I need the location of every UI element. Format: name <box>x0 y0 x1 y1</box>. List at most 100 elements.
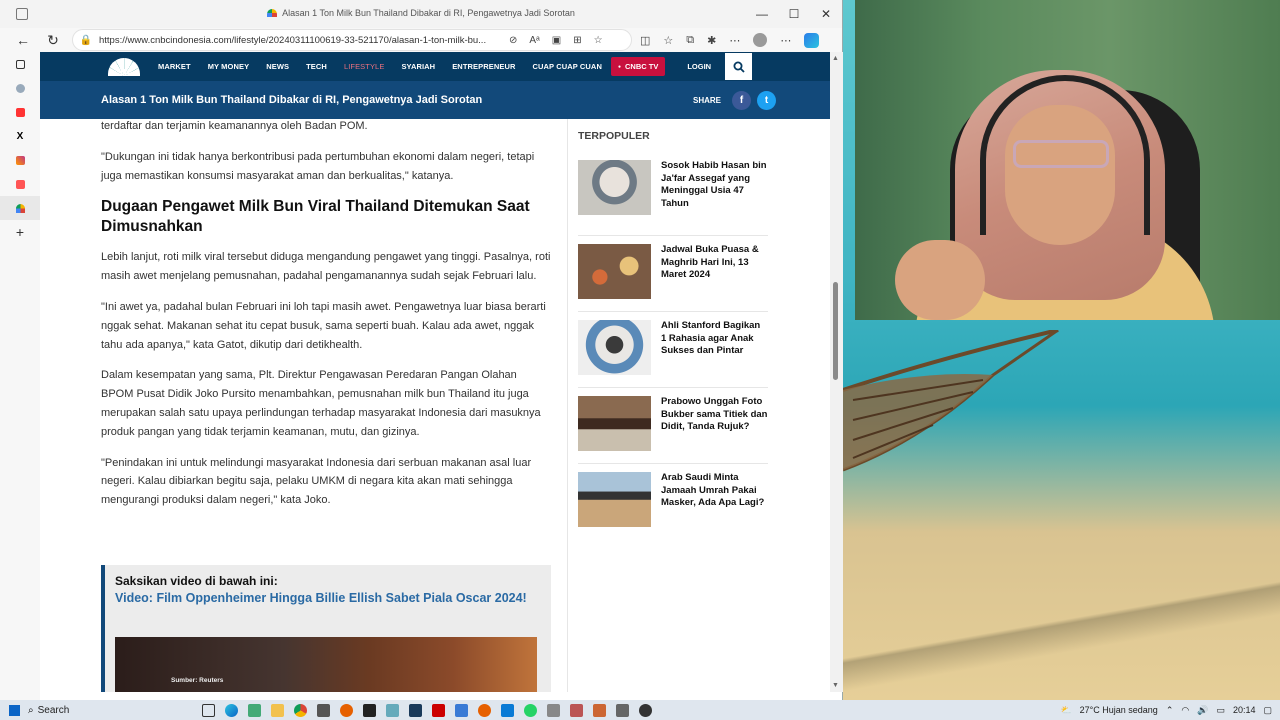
twitter-share-icon[interactable]: t <box>757 90 776 110</box>
trending-title[interactable]: Prabowo Unggah Foto Bukber sama Titiek d… <box>661 396 768 463</box>
lock-icon[interactable]: 🔒 <box>73 35 99 46</box>
sidebar-youtube-icon[interactable] <box>0 100 40 124</box>
chrome-icon[interactable] <box>293 703 307 717</box>
sidebar-x-icon[interactable]: X <box>0 124 40 148</box>
store-icon[interactable] <box>247 703 261 717</box>
trending-thumbnail[interactable] <box>578 244 651 299</box>
start-button[interactable] <box>0 704 28 716</box>
close-button[interactable]: ✕ <box>810 0 842 28</box>
video-thumbnail[interactable]: Sumber: Reuters <box>115 637 537 692</box>
obs-icon[interactable] <box>638 703 652 717</box>
wifi-icon[interactable]: ◠ <box>1181 705 1189 716</box>
vscode-icon[interactable] <box>500 703 514 717</box>
trending-thumbnail[interactable] <box>578 472 651 527</box>
terminal-icon[interactable] <box>362 703 376 717</box>
trending-thumbnail[interactable] <box>578 160 651 215</box>
minimize-button[interactable]: — <box>746 0 778 28</box>
battery-icon[interactable]: ▭ <box>1216 705 1225 716</box>
facebook-share-icon[interactable]: f <box>732 90 751 110</box>
url-field[interactable]: 🔒 https://www.cnbcindonesia.com/lifestyl… <box>72 29 632 51</box>
trending-title[interactable]: Jadwal Buka Puasa & Maghrib Hari Ini, 13… <box>661 244 768 311</box>
capture-icon[interactable] <box>408 703 422 717</box>
window-title: Alasan 1 Ton Milk Bun Thailand Dibakar d… <box>0 8 842 18</box>
tray-chevron-icon[interactable]: ⌃ <box>1166 705 1174 716</box>
whatsapp-icon[interactable] <box>523 703 537 717</box>
page-scrollbar[interactable]: ▲ ▼ <box>830 52 843 692</box>
nav-item-market[interactable]: MARKET <box>158 62 191 71</box>
sidebar-cnbc-icon[interactable] <box>0 196 40 220</box>
more-menu-icon[interactable]: ⋯ <box>729 34 740 47</box>
volume-icon[interactable]: 🔊 <box>1197 705 1208 716</box>
sidebar-instagram-icon[interactable] <box>0 148 40 172</box>
trending-item[interactable]: Arab Saudi Minta Jamaah Umrah Pakai Mask… <box>578 464 768 540</box>
nav-item-lifestyle[interactable]: LIFESTYLE <box>344 62 385 71</box>
search-button[interactable] <box>725 53 753 80</box>
video-embed-box: Saksikan video di bawah ini: Video: Film… <box>101 565 551 692</box>
cnbc-tv-button[interactable]: CNBC TV <box>610 57 666 76</box>
firefox-icon[interactable] <box>339 703 353 717</box>
cnbc-logo-icon[interactable] <box>108 57 140 76</box>
notes-icon[interactable] <box>385 703 399 717</box>
refresh-icon[interactable]: ↻ <box>38 32 68 49</box>
trending-title[interactable]: Ahli Stanford Bagikan 1 Rahasia agar Ana… <box>661 320 768 387</box>
sidebar-pages-icon[interactable] <box>0 52 40 76</box>
trending-sidebar: TERPOPULER Sosok Habib Hasan bin Ja'far … <box>578 130 768 540</box>
trending-item[interactable]: Sosok Habib Hasan bin Ja'far Assegaf yan… <box>578 160 768 236</box>
taskbar-search[interactable]: Search <box>38 705 198 716</box>
trending-title[interactable]: Sosok Habib Hasan bin Ja'far Assegaf yan… <box>661 160 768 235</box>
article-title: Alasan 1 Ton Milk Bun Thailand Dibakar d… <box>101 94 483 106</box>
app-icon[interactable] <box>316 703 330 717</box>
tracking-icon[interactable]: ⊘ <box>509 35 517 46</box>
favorites-icon[interactable]: ☆ <box>663 34 673 47</box>
trending-item[interactable]: Jadwal Buka Puasa & Maghrib Hari Ini, 13… <box>578 236 768 312</box>
task-view-icon[interactable] <box>201 703 215 717</box>
app2-icon[interactable] <box>546 703 560 717</box>
vm-icon[interactable] <box>454 703 468 717</box>
url-text[interactable]: https://www.cnbcindonesia.com/lifestyle/… <box>99 35 499 46</box>
notification-icon[interactable]: ▢ <box>1263 705 1272 716</box>
nav-item-tech[interactable]: TECH <box>306 62 327 71</box>
video-title-link[interactable]: Video: Film Oppenheimer Hingga Billie El… <box>115 590 535 606</box>
sidebar-youtube2-icon[interactable] <box>0 172 40 196</box>
share-label: SHARE <box>692 95 721 105</box>
app3-icon[interactable] <box>569 703 583 717</box>
sidebar-wordpress-icon[interactable] <box>0 76 40 100</box>
extensions-icon[interactable]: ✱ <box>707 34 716 47</box>
app5-icon[interactable] <box>615 703 629 717</box>
trending-item[interactable]: Prabowo Unggah Foto Bukber sama Titiek d… <box>578 388 768 464</box>
edge-icon[interactable] <box>224 703 238 717</box>
copilot-icon[interactable] <box>804 32 820 48</box>
scrollbar-thumb[interactable] <box>833 282 838 380</box>
nav-item-syariah[interactable]: SYARIAH <box>401 62 435 71</box>
login-link[interactable]: LOGIN <box>687 62 711 71</box>
nav-item-entrepreneur[interactable]: ENTREPRENEUR <box>452 62 515 71</box>
search-icon[interactable]: ⌕ <box>28 705 34 716</box>
immersive-reader-icon[interactable]: ▣ <box>552 35 561 46</box>
read-aloud-icon[interactable]: Aᵃ <box>529 35 539 46</box>
nav-item-news[interactable]: NEWS <box>266 62 289 71</box>
trending-thumbnail[interactable] <box>578 320 651 375</box>
maximize-button[interactable]: ☐ <box>778 0 810 28</box>
pdf-icon[interactable] <box>431 703 445 717</box>
explorer-icon[interactable] <box>270 703 284 717</box>
app-install-icon[interactable]: ⊞ <box>573 35 581 46</box>
clock[interactable]: 20:14 <box>1233 705 1256 715</box>
scroll-down-icon[interactable]: ▼ <box>832 682 839 689</box>
weather-text[interactable]: 27°C Hujan sedang <box>1080 705 1158 715</box>
nav-item-cuap-cuap-cuan[interactable]: CUAP CUAP CUAN <box>533 62 602 71</box>
split-screen-icon[interactable]: ◫ <box>640 34 650 47</box>
profile-avatar[interactable] <box>753 33 768 47</box>
more-options-icon[interactable]: ⋯ <box>780 34 791 47</box>
app4-icon[interactable] <box>592 703 606 717</box>
nav-item-my-money[interactable]: MY MONEY <box>208 62 250 71</box>
mozilla-icon[interactable] <box>477 703 491 717</box>
collections-icon[interactable]: ⧉ <box>686 34 694 47</box>
back-icon[interactable]: ← <box>8 32 38 48</box>
trending-thumbnail[interactable] <box>578 396 651 451</box>
scroll-up-icon[interactable]: ▲ <box>832 55 839 62</box>
sidebar-add-icon[interactable]: + <box>0 220 40 244</box>
trending-title[interactable]: Arab Saudi Minta Jamaah Umrah Pakai Mask… <box>661 472 768 540</box>
weather-icon[interactable]: ⛅ <box>1060 705 1071 716</box>
trending-item[interactable]: Ahli Stanford Bagikan 1 Rahasia agar Ana… <box>578 312 768 388</box>
favorite-star-icon[interactable]: ☆ <box>594 35 603 46</box>
